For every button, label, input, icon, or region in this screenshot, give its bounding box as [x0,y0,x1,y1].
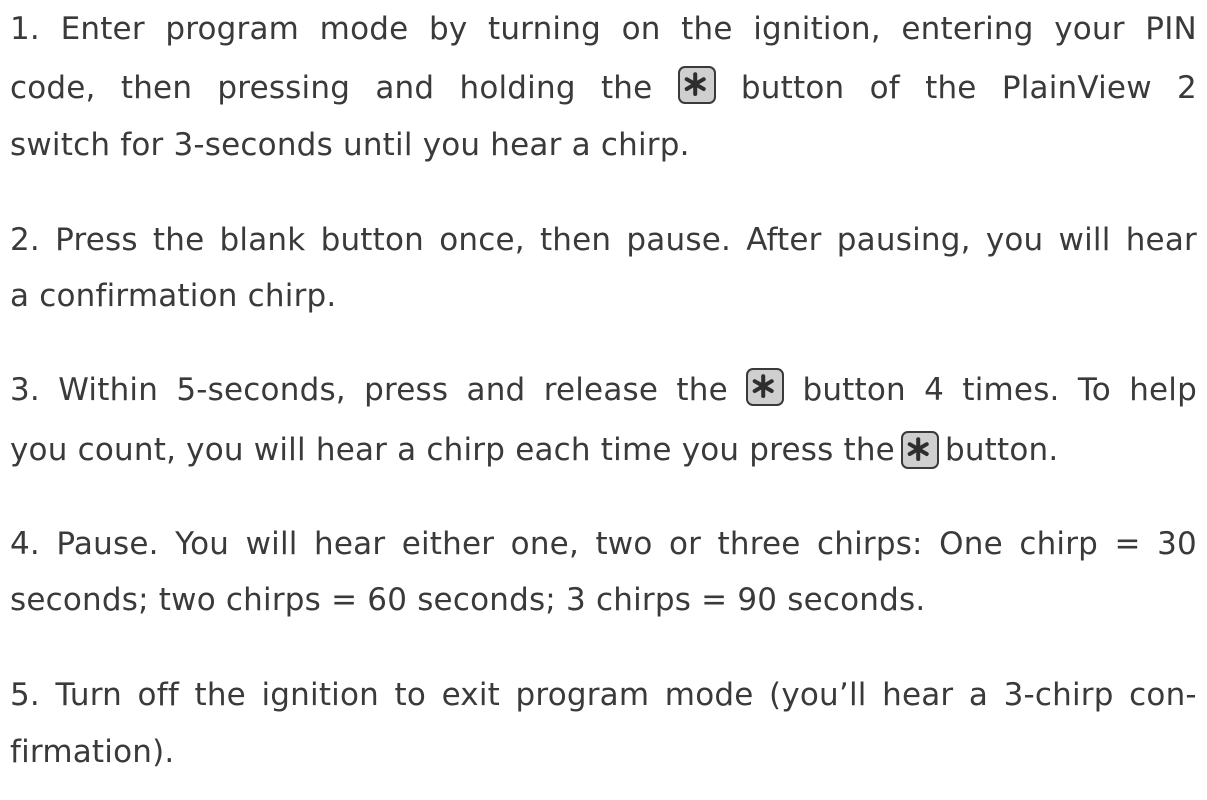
step-2-line-1: 2. Press the blank button once, then pau… [10,218,1197,262]
word: exit [441,677,501,713]
word: hear [1125,222,1197,258]
step-3-line-1: 3. Within 5-seconds, press and release t… [10,368,1197,412]
asterisk-key-icon [746,368,785,406]
word: Pause. [56,526,159,562]
word: chirp [1019,526,1099,562]
word: on [621,11,661,47]
word: a [968,677,989,713]
word: or [668,526,702,562]
instruction-page: 1. Enter program mode by turning on the … [0,0,1207,800]
word: pressing [217,70,351,106]
word: off [137,677,179,713]
word: PlainView [1001,70,1152,106]
word: ignition, [753,11,881,47]
word: button [802,372,906,408]
word: to [394,677,427,713]
word: 5-seconds, [176,372,346,408]
word: the [194,677,246,713]
word: three [717,526,801,562]
word: you [985,222,1044,258]
word: hear [882,677,954,713]
word: One [939,526,1003,562]
text-run: you count, you will hear a chirp each ti… [10,432,895,468]
step-1-line-2: code, then pressing and holding the butt… [10,66,1197,110]
word: 4 [924,372,945,408]
word: = [1114,526,1141,562]
step-5-line-1: 5. Turn off the ignition to exit program… [10,673,1197,717]
word: of [869,70,900,106]
word: holding [459,70,576,106]
word: entering [901,11,1034,47]
step-1-line-3: switch for 3-seconds until you hear a ch… [10,127,690,163]
word: will [1058,222,1111,258]
word: button. [944,432,1059,468]
word: 30 [1157,526,1197,562]
word: chirps: [816,526,923,562]
word: one, [510,526,580,562]
word: PIN [1145,11,1197,47]
word: 2 [1177,70,1197,106]
word: press [364,372,449,408]
word: blank [219,222,306,258]
word: once, [439,222,525,258]
word: Within [58,372,159,408]
word: then [120,70,193,106]
word: button [740,70,845,106]
word: mode [664,677,754,713]
word: To [1077,372,1111,408]
word: the [925,70,977,106]
step-5-line-2: firmation). [10,734,175,770]
word: program [165,11,300,47]
word: 3-chirp [1003,677,1114,713]
word: 1. [10,11,40,47]
word: 5. [10,677,40,713]
word: will [245,526,298,562]
word: (you’ll [769,677,867,713]
word: You [175,526,230,562]
word: Enter [60,11,145,47]
asterisk-key-icon [900,431,939,469]
step-3-line-2: you count, you will hear a chirp each ti… [10,428,1058,472]
word: your [1054,11,1125,47]
word: 3. [10,372,40,408]
word: by [428,11,468,47]
word: ignition [261,677,380,713]
word: then [539,222,612,258]
word: code, [10,70,96,106]
word: the [152,222,205,258]
word: 2. [10,222,40,258]
word: and [466,372,526,408]
asterisk-key-icon [677,66,716,104]
step-1-line-1: 1. Enter program mode by turning on the … [10,7,1197,51]
word: After [746,222,822,258]
word: pausing, [836,222,971,258]
word: hear [314,526,386,562]
word: 4. [10,526,40,562]
word: help [1129,372,1197,408]
word: two [595,526,653,562]
word: program [515,677,650,713]
step-4-line-2: seconds; two chirps = 60 seconds; 3 chir… [10,582,926,618]
word: turning [487,11,601,47]
word: the [676,372,728,408]
word: pause. [626,222,732,258]
word: mode [319,11,409,47]
word: con- [1129,677,1197,713]
word: button [320,222,425,258]
step-4-line-1: 4. Pause. You will hear either one, two … [10,522,1197,566]
word: either [401,526,495,562]
step-2-line-2: a confirmation chirp. [10,278,337,314]
word: Press [55,222,138,258]
word: release [543,372,659,408]
word: Turn [55,677,123,713]
word: the [600,70,653,106]
word: times. [962,372,1060,408]
word: and [375,70,435,106]
word: the [681,11,733,47]
